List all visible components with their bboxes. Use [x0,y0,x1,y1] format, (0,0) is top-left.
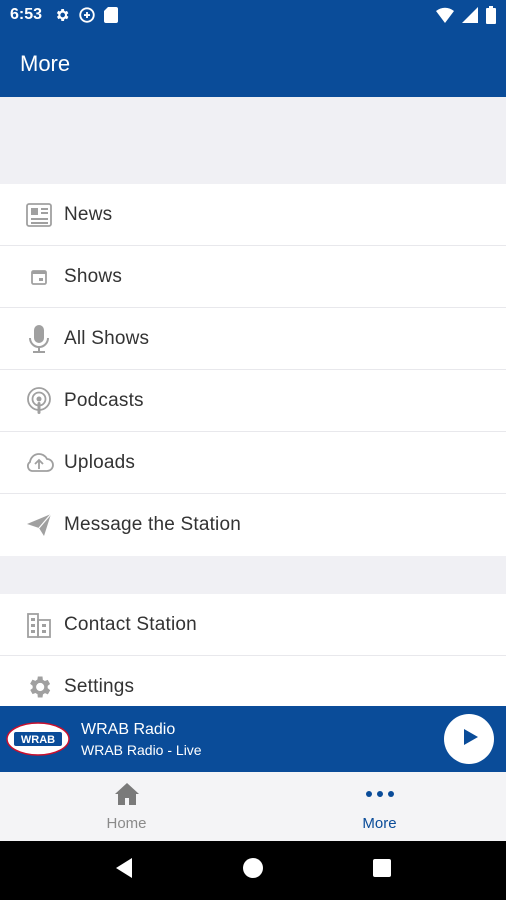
svg-text:WRAB: WRAB [21,734,55,746]
player-title: WRAB Radio [81,720,176,738]
tab-home-label: Home [106,814,147,832]
building-icon [24,610,54,640]
tab-home[interactable]: Home [0,772,253,841]
battery-status-icon [486,6,496,24]
status-time: 6:53 [10,6,43,23]
menu-item-label: News [64,203,113,225]
bottom-navigation: Home More [0,772,506,841]
menu-item-label: Message the Station [64,514,242,535]
menu-item-shows[interactable]: Shows [0,246,506,308]
app-bar: More [0,30,506,97]
back-icon[interactable] [114,857,134,884]
menu-list: News Shows All Shows Podcasts Uploads Me… [0,184,506,556]
gear-icon [24,672,54,702]
podcast-icon [24,386,54,416]
home-icon [114,782,140,811]
menu-item-label: Podcasts [64,389,144,411]
recents-icon[interactable] [372,858,392,883]
menu-item-contact-station[interactable]: Contact Station [0,594,506,656]
now-playing-bar[interactable]: WRAB WRAB Radio WRAB Radio - Live [0,706,506,772]
menu-item-message-station[interactable]: Message the Station [0,494,506,556]
play-icon [458,726,480,753]
tab-more[interactable]: More [253,772,506,841]
page-title: More [20,50,71,76]
menu-item-label: Uploads [64,451,136,473]
sd-card-status-icon [104,7,119,23]
tab-more-label: More [362,814,397,832]
menu-item-label: Contact Station [64,613,197,635]
menu-item-label: Shows [64,265,123,287]
menu-item-label: All Shows [64,327,150,349]
menu-item-uploads[interactable]: Uploads [0,432,506,494]
wifi-status-icon [436,7,454,23]
cloud-upload-icon [24,448,54,478]
newspaper-icon [24,200,54,230]
calendar-icon [24,262,54,292]
station-logo: WRAB [6,722,70,756]
home-circle-icon[interactable] [242,857,264,884]
menu-item-news[interactable]: News [0,184,506,246]
menu-item-all-shows[interactable]: All Shows [0,308,506,370]
sync-status-icon [78,6,96,24]
menu-item-podcasts[interactable]: Podcasts [0,370,506,432]
status-bar: 6:53 [0,0,506,30]
system-navigation-bar [0,841,506,900]
send-icon [24,510,54,540]
menu-item-label: Settings [64,676,135,697]
microphone-icon [24,324,54,354]
gear-status-icon [54,7,70,23]
player-subtitle: WRAB Radio - Live [81,741,202,758]
signal-status-icon [462,7,478,23]
more-dots-icon [364,782,396,811]
play-button[interactable] [444,714,494,764]
menu-list-secondary: Contact Station Settings [0,594,506,718]
